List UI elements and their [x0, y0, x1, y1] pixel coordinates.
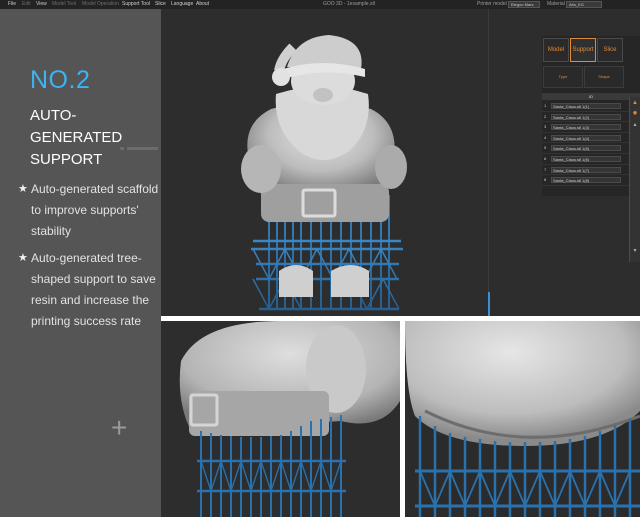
menu-file[interactable]: File	[8, 0, 16, 9]
bullet-scaffold-text: Auto-generated scaffold to improve suppo…	[31, 182, 159, 238]
menu-model-tool[interactable]: Model Tool	[52, 0, 76, 9]
model-list: 1 Santa_Claus.stl 1(1) 2 Santa_Claus.stl 1…	[542, 101, 640, 186]
menu-edit[interactable]: Edit	[22, 0, 31, 9]
list-item[interactable]: 6 Santa_Claus.stl 1(6)	[542, 154, 640, 165]
plus-icon: +	[111, 412, 128, 443]
list-item[interactable]: 4 Santa_Claus.stl 1(4)	[542, 133, 640, 144]
menu-view[interactable]: View	[36, 0, 47, 9]
star-bullet-icon: ★	[18, 183, 28, 195]
santa-closeup-render	[179, 321, 400, 517]
tab-model[interactable]: Model	[543, 38, 569, 62]
menu-model-operation[interactable]: Model Operation	[82, 0, 119, 9]
gear-icon[interactable]: ✹	[631, 110, 639, 118]
star-bullet-icon: ★	[18, 252, 28, 264]
tab-support[interactable]: Support	[570, 38, 596, 62]
printer-label: Printer model	[477, 1, 507, 7]
list-item[interactable]: 3 Santa_Claus.stl 1(3)	[542, 122, 640, 133]
list-item[interactable]: 5 Santa_Claus.stl 1(5)	[542, 143, 640, 154]
main-3d-viewport[interactable]: Model Support Slice Type Shape ID 1 Santa…	[161, 9, 640, 316]
support-panel: Model Support Slice Type Shape ID 1 Santa…	[542, 36, 640, 196]
heading-divider	[120, 147, 158, 150]
down-arrow-icon[interactable]: ▾	[631, 247, 639, 255]
bullet-scaffold: ★ Auto-generated scaffold to improve sup…	[18, 179, 160, 242]
z-axis-indicator	[488, 292, 490, 316]
model-list-header: ID	[542, 93, 640, 100]
menu-bar: File Edit View Model Tool Model Operatio…	[0, 0, 640, 9]
support-shape-button[interactable]: Shape	[584, 66, 624, 88]
tab-slice[interactable]: Slice	[597, 38, 623, 62]
material-select[interactable]: Abs_EG	[566, 1, 602, 8]
menu-language[interactable]: Language	[171, 0, 193, 9]
up-arrow-icon[interactable]: ▴	[631, 121, 639, 129]
support-type-button[interactable]: Type	[543, 66, 583, 88]
list-item[interactable]: 7 Santa_Claus.stl 1(7)	[542, 165, 640, 176]
list-item[interactable]: 2 Santa_Claus.stl 1(2)	[542, 112, 640, 123]
warning-icon[interactable]: ▲	[631, 99, 639, 107]
menu-slice[interactable]: Slice	[155, 0, 166, 9]
feature-heading: AUTO-GENERATED SUPPORT	[30, 107, 123, 168]
list-item[interactable]: 1 Santa_Claus.stl 1(1)	[542, 101, 640, 112]
detail-view-underside	[405, 321, 640, 517]
promo-panel: NO.2 AUTO-GENERATED SUPPORT ★ Auto-gener…	[0, 9, 161, 517]
window-title: GOO 3D - 1example.stl	[323, 1, 375, 7]
feature-number: NO.2	[30, 66, 91, 94]
support-closeup-render	[405, 321, 640, 517]
list-item[interactable]: 8 Santa_Claus.stl 1(8)	[542, 175, 640, 186]
material-label: Material	[547, 1, 565, 7]
layer-toolstrip: ▲ ✹ ▴ ▾	[629, 97, 640, 262]
menu-support-tool[interactable]: Support Tool	[122, 0, 150, 9]
printer-select[interactable]: Elegoo Mars	[508, 1, 540, 8]
detail-view-front	[161, 321, 400, 517]
bullet-tree-support: ★ Auto-generated tree-shaped support to …	[18, 248, 160, 332]
menu-about[interactable]: About	[196, 0, 209, 9]
bullet-tree-support-text: Auto-generated tree-shaped support to sa…	[31, 251, 156, 328]
